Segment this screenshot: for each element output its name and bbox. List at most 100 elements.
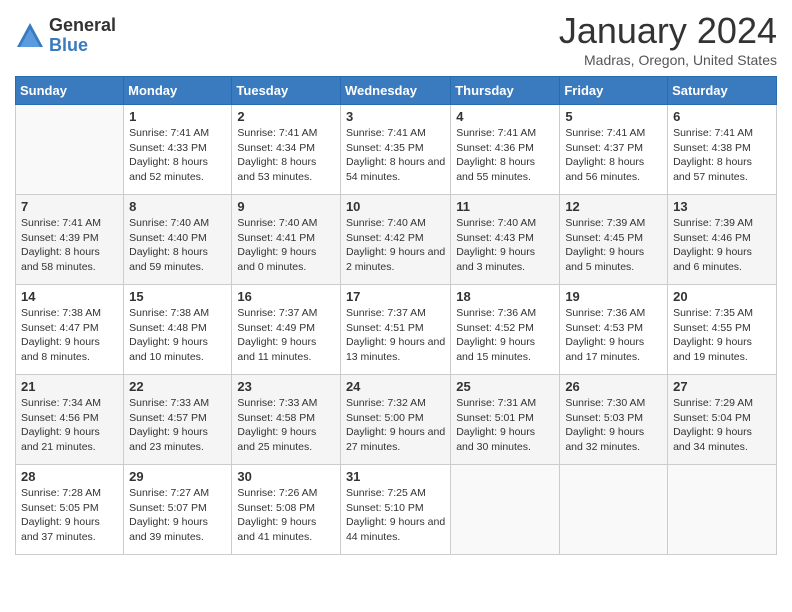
calendar-row-2: 14Sunrise: 7:38 AMSunset: 4:47 PMDayligh… [16, 285, 777, 375]
day-info: Sunrise: 7:39 AMSunset: 4:46 PMDaylight:… [673, 216, 771, 275]
day-number: 19 [565, 289, 662, 304]
day-info: Sunrise: 7:37 AMSunset: 4:49 PMDaylight:… [237, 306, 335, 365]
calendar-cell: 15 Sunrise: 7:38 AMSunset: 4:48 PMDayligh… [124, 285, 232, 375]
day-info: Sunrise: 7:25 AMSunset: 5:10 PMDaylight:… [346, 486, 445, 545]
calendar-cell: 7 Sunrise: 7:41 AMSunset: 4:39 PMDaylight… [16, 195, 124, 285]
day-info: Sunrise: 7:35 AMSunset: 4:55 PMDaylight:… [673, 306, 771, 365]
calendar-cell: 4Sunrise: 7:41 AMSunset: 4:36 PMDaylight… [451, 105, 560, 195]
calendar-table: SundayMondayTuesdayWednesdayThursdayFrid… [15, 76, 777, 555]
day-number: 26 [565, 379, 662, 394]
day-info: Sunrise: 7:36 AMSunset: 4:52 PMDaylight:… [456, 306, 554, 365]
logo-general: General [49, 16, 116, 36]
day-number: 21 [21, 379, 118, 394]
title-block: January 2024 Madras, Oregon, United Stat… [559, 10, 777, 68]
day-info: Sunrise: 7:38 AMSunset: 4:47 PMDaylight:… [21, 306, 118, 365]
day-number: 6 [673, 109, 771, 124]
header-cell-monday: Monday [124, 77, 232, 105]
day-info: Sunrise: 7:26 AMSunset: 5:08 PMDaylight:… [237, 486, 335, 545]
calendar-cell: 25 Sunrise: 7:31 AMSunset: 5:01 PMDayligh… [451, 375, 560, 465]
calendar-row-0: 1Sunrise: 7:41 AMSunset: 4:33 PMDaylight… [16, 105, 777, 195]
day-info: Sunrise: 7:33 AMSunset: 4:57 PMDaylight:… [129, 396, 226, 455]
day-number: 4 [456, 109, 554, 124]
day-number: 20 [673, 289, 771, 304]
day-info: Sunrise: 7:32 AMSunset: 5:00 PMDaylight:… [346, 396, 445, 455]
calendar-cell: 10 Sunrise: 7:40 AMSunset: 4:42 PMDayligh… [340, 195, 450, 285]
day-info: Sunrise: 7:41 AMSunset: 4:37 PMDaylight:… [565, 126, 662, 185]
day-number: 3 [346, 109, 445, 124]
day-number: 27 [673, 379, 771, 394]
month-title: January 2024 [559, 10, 777, 52]
calendar-cell [451, 465, 560, 555]
calendar-cell: 27 Sunrise: 7:29 AMSunset: 5:04 PMDayligh… [668, 375, 777, 465]
day-number: 2 [237, 109, 335, 124]
day-info: Sunrise: 7:39 AMSunset: 4:45 PMDaylight:… [565, 216, 662, 275]
calendar-cell: 31 Sunrise: 7:25 AMSunset: 5:10 PMDayligh… [340, 465, 450, 555]
day-number: 24 [346, 379, 445, 394]
day-info: Sunrise: 7:27 AMSunset: 5:07 PMDaylight:… [129, 486, 226, 545]
day-number: 31 [346, 469, 445, 484]
day-info: Sunrise: 7:30 AMSunset: 5:03 PMDaylight:… [565, 396, 662, 455]
day-info: Sunrise: 7:41 AMSunset: 4:38 PMDaylight:… [673, 126, 771, 185]
day-number: 30 [237, 469, 335, 484]
calendar-cell: 12 Sunrise: 7:39 AMSunset: 4:45 PMDayligh… [560, 195, 668, 285]
calendar-cell: 1Sunrise: 7:41 AMSunset: 4:33 PMDaylight… [124, 105, 232, 195]
logo-text: General Blue [49, 16, 116, 56]
logo-blue: Blue [49, 36, 116, 56]
day-number: 16 [237, 289, 335, 304]
calendar-cell: 5 Sunrise: 7:41 AMSunset: 4:37 PMDaylight… [560, 105, 668, 195]
calendar-cell: 16 Sunrise: 7:37 AMSunset: 4:49 PMDayligh… [232, 285, 341, 375]
day-info: Sunrise: 7:41 AMSunset: 4:39 PMDaylight:… [21, 216, 118, 275]
header-cell-saturday: Saturday [668, 77, 777, 105]
calendar-cell [16, 105, 124, 195]
calendar-row-3: 21 Sunrise: 7:34 AMSunset: 4:56 PMDayligh… [16, 375, 777, 465]
calendar-cell: 3 Sunrise: 7:41 AMSunset: 4:35 PMDaylight… [340, 105, 450, 195]
day-number: 7 [21, 199, 118, 214]
header-cell-thursday: Thursday [451, 77, 560, 105]
calendar-cell: 17 Sunrise: 7:37 AMSunset: 4:51 PMDayligh… [340, 285, 450, 375]
day-info: Sunrise: 7:40 AMSunset: 4:41 PMDaylight:… [237, 216, 335, 275]
calendar-cell: 21 Sunrise: 7:34 AMSunset: 4:56 PMDayligh… [16, 375, 124, 465]
day-info: Sunrise: 7:38 AMSunset: 4:48 PMDaylight:… [129, 306, 226, 365]
day-info: Sunrise: 7:37 AMSunset: 4:51 PMDaylight:… [346, 306, 445, 365]
day-info: Sunrise: 7:41 AMSunset: 4:35 PMDaylight:… [346, 126, 445, 185]
day-number: 17 [346, 289, 445, 304]
day-info: Sunrise: 7:33 AMSunset: 4:58 PMDaylight:… [237, 396, 335, 455]
day-info: Sunrise: 7:29 AMSunset: 5:04 PMDaylight:… [673, 396, 771, 455]
day-number: 28 [21, 469, 118, 484]
day-number: 18 [456, 289, 554, 304]
day-info: Sunrise: 7:34 AMSunset: 4:56 PMDaylight:… [21, 396, 118, 455]
day-number: 10 [346, 199, 445, 214]
logo: General Blue [15, 16, 116, 56]
day-number: 8 [129, 199, 226, 214]
day-number: 23 [237, 379, 335, 394]
day-number: 29 [129, 469, 226, 484]
day-number: 9 [237, 199, 335, 214]
calendar-cell: 23 Sunrise: 7:33 AMSunset: 4:58 PMDayligh… [232, 375, 341, 465]
calendar-cell: 19Sunrise: 7:36 AMSunset: 4:53 PMDayligh… [560, 285, 668, 375]
day-info: Sunrise: 7:41 AMSunset: 4:34 PMDaylight:… [237, 126, 335, 185]
calendar-cell: 13Sunrise: 7:39 AMSunset: 4:46 PMDayligh… [668, 195, 777, 285]
logo-icon [15, 21, 45, 51]
day-number: 5 [565, 109, 662, 124]
day-number: 12 [565, 199, 662, 214]
calendar-cell: 14Sunrise: 7:38 AMSunset: 4:47 PMDayligh… [16, 285, 124, 375]
calendar-header: SundayMondayTuesdayWednesdayThursdayFrid… [16, 77, 777, 105]
day-number: 22 [129, 379, 226, 394]
page-header: General Blue January 2024 Madras, Oregon… [15, 10, 777, 68]
calendar-cell: 26 Sunrise: 7:30 AMSunset: 5:03 PMDayligh… [560, 375, 668, 465]
day-number: 25 [456, 379, 554, 394]
day-number: 15 [129, 289, 226, 304]
calendar-cell: 18 Sunrise: 7:36 AMSunset: 4:52 PMDayligh… [451, 285, 560, 375]
day-info: Sunrise: 7:31 AMSunset: 5:01 PMDaylight:… [456, 396, 554, 455]
calendar-row-1: 7 Sunrise: 7:41 AMSunset: 4:39 PMDaylight… [16, 195, 777, 285]
calendar-cell: 28Sunrise: 7:28 AMSunset: 5:05 PMDayligh… [16, 465, 124, 555]
day-number: 1 [129, 109, 226, 124]
calendar-cell: 6 Sunrise: 7:41 AMSunset: 4:38 PMDaylight… [668, 105, 777, 195]
day-info: Sunrise: 7:40 AMSunset: 4:42 PMDaylight:… [346, 216, 445, 275]
day-number: 11 [456, 199, 554, 214]
calendar-cell: 24 Sunrise: 7:32 AMSunset: 5:00 PMDayligh… [340, 375, 450, 465]
day-info: Sunrise: 7:40 AMSunset: 4:43 PMDaylight:… [456, 216, 554, 275]
day-info: Sunrise: 7:40 AMSunset: 4:40 PMDaylight:… [129, 216, 226, 275]
calendar-cell: 8 Sunrise: 7:40 AMSunset: 4:40 PMDaylight… [124, 195, 232, 285]
calendar-cell: 29 Sunrise: 7:27 AMSunset: 5:07 PMDayligh… [124, 465, 232, 555]
